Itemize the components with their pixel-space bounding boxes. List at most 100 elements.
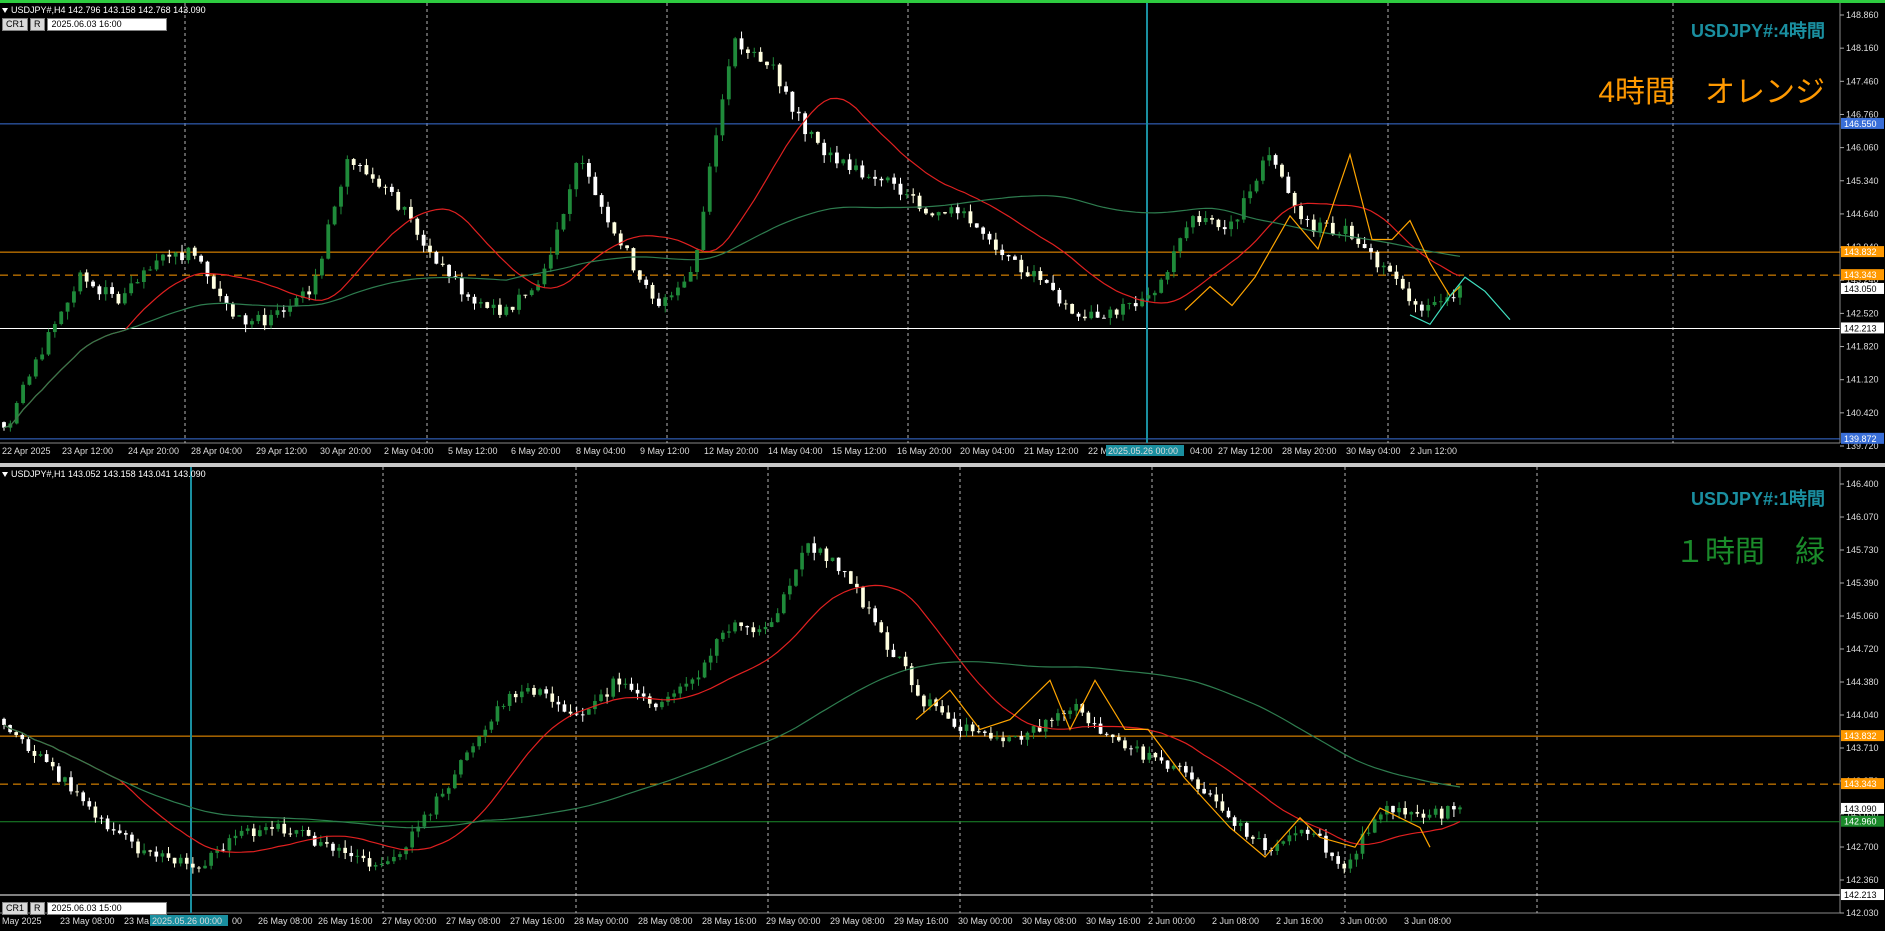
price-tick-label: 148.860	[1846, 10, 1879, 20]
cr1-button[interactable]: CR1	[2, 902, 29, 915]
candle-body	[1381, 265, 1386, 268]
candle-body	[855, 583, 859, 588]
candle-body	[1452, 806, 1456, 810]
candle-body	[904, 194, 909, 196]
candle-body	[556, 701, 561, 705]
candle-body	[987, 233, 992, 240]
candle-body	[1001, 737, 1005, 742]
time-tick-label: May 2025	[2, 916, 42, 926]
candle-body	[154, 851, 159, 857]
r-button[interactable]: R	[30, 18, 45, 31]
candle-body	[130, 834, 134, 842]
candle-body	[81, 792, 86, 802]
candle-body	[806, 543, 810, 553]
time-tick-label: 21 May 12:00	[1024, 446, 1079, 456]
candle-body	[757, 629, 762, 633]
candle-body	[1025, 272, 1030, 277]
time-tick-label: 28 May 08:00	[638, 916, 693, 926]
candle-body	[495, 706, 500, 722]
time-tick-label: 15 May 12:00	[832, 446, 887, 456]
candle-body	[1214, 794, 1219, 802]
h4-chart-pane[interactable]: 148.860 148.160 147.460 146.760 146.060 145.3…	[0, 0, 1885, 463]
candle-body	[26, 739, 31, 751]
candle-body	[52, 324, 57, 333]
time-tick-label: 2025.05.26 00:00	[152, 916, 222, 926]
candle-body	[523, 294, 528, 296]
time-tick-label: 23 Ma	[124, 916, 149, 926]
candle-body	[510, 306, 515, 310]
candle-body	[46, 332, 51, 355]
candle-body	[848, 571, 853, 584]
candle-body	[903, 656, 908, 667]
candle-body	[1057, 289, 1062, 304]
candle-body	[752, 51, 757, 53]
candle-body	[970, 724, 975, 732]
r-button[interactable]: R	[30, 902, 45, 915]
candle-body	[1281, 841, 1286, 844]
price-tick-label: 144.720	[1846, 644, 1879, 654]
price-tick-label: 145.730	[1846, 545, 1879, 555]
candle-body	[489, 721, 494, 730]
dropdown-triangle-icon[interactable]	[2, 8, 8, 14]
candle-body	[87, 801, 92, 807]
candle-body	[44, 754, 49, 762]
candle-body	[1147, 752, 1152, 760]
candle-body	[605, 694, 609, 697]
candle-body	[1287, 835, 1292, 842]
time-tick-label: 26 May 16:00	[318, 916, 373, 926]
candle-body	[1356, 238, 1361, 245]
candle-body	[364, 165, 369, 175]
time-tick-label: 24 Apr 20:00	[128, 446, 179, 456]
candle-body	[800, 552, 804, 570]
candle-body	[379, 863, 384, 865]
candle-body	[519, 691, 524, 698]
price-badge-label: 139.872	[1844, 434, 1877, 444]
candle-body	[1257, 838, 1261, 840]
price-tick-label: 141.820	[1846, 342, 1879, 352]
candle-body	[567, 189, 572, 214]
candle-body	[1063, 303, 1068, 305]
candle-body	[928, 699, 932, 707]
candle-body	[428, 814, 433, 816]
candle-body	[1286, 176, 1291, 193]
price-badge-label: 143.343	[1844, 779, 1877, 789]
candle-body	[197, 867, 201, 869]
h1-chart-pane[interactable]: 146.400 146.070 145.730 145.390 145.060 144.7…	[0, 467, 1885, 931]
price-badge-label: 143.050	[1844, 284, 1877, 294]
candle-body	[751, 627, 756, 633]
candle-body	[1146, 295, 1151, 299]
h1-datetime-field[interactable]: 2025.06.03 15:00	[46, 902, 167, 915]
candle-body	[1110, 734, 1115, 738]
candle-body	[1044, 280, 1049, 283]
candle-body	[355, 855, 360, 857]
h4-datetime-field[interactable]: 2025.06.03 16:00	[46, 18, 167, 31]
time-tick-label: 2 Jun 00:00	[1148, 916, 1195, 926]
candle-body	[440, 793, 445, 797]
candle-body	[1432, 302, 1437, 306]
price-tick-label: 148.160	[1846, 43, 1879, 53]
candle-body	[389, 186, 394, 192]
candle-body	[1191, 216, 1195, 228]
candle-body	[258, 830, 262, 837]
dropdown-triangle-icon[interactable]	[2, 472, 8, 478]
candle-body	[116, 293, 121, 304]
h1-chart-canvas[interactable]: 146.400 146.070 145.730 145.390 145.060 144.7…	[0, 467, 1885, 931]
h4-header-text: USDJPY#,H4 142.796 143.158 142.768 143.0…	[11, 5, 206, 15]
candle-body	[483, 729, 488, 737]
candle-body	[243, 315, 248, 325]
candle-body	[1445, 806, 1450, 819]
candle-body	[409, 206, 413, 219]
candle-body	[59, 311, 64, 325]
candle-body	[1226, 810, 1231, 818]
candle-body	[421, 234, 426, 246]
candle-body	[1013, 256, 1017, 260]
candle-body	[1433, 808, 1438, 815]
time-tick-label: 30 Apr 20:00	[320, 446, 371, 456]
time-tick-label: 26 May 08:00	[258, 916, 313, 926]
candle-body	[1007, 737, 1012, 742]
cr1-button[interactable]: CR1	[2, 18, 29, 31]
h1-chart-header: USDJPY#,H1 143.052 143.158 143.041 143.0…	[2, 469, 206, 479]
candle-body	[1415, 812, 1420, 814]
candle-body	[135, 282, 140, 284]
candle-body	[1280, 164, 1284, 177]
